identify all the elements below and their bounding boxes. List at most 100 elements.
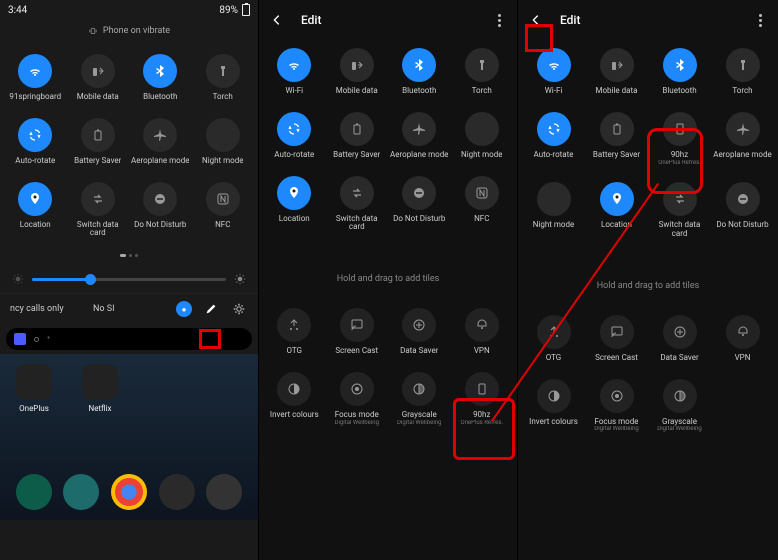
tile-button[interactable] — [206, 182, 240, 216]
tile-button[interactable] — [277, 48, 311, 82]
tile-dnd[interactable]: Do Not Disturb — [711, 176, 774, 249]
tile-otg[interactable]: OTG — [522, 309, 585, 373]
tile-button[interactable] — [81, 182, 115, 216]
tile-rotate[interactable]: Auto-rotate — [263, 106, 326, 170]
tile-location[interactable]: Location — [4, 176, 67, 249]
tile-button[interactable] — [402, 176, 436, 210]
tile-button[interactable] — [143, 182, 177, 216]
tile-datasaver[interactable]: Data Saver — [388, 302, 451, 366]
tile-invert[interactable]: Invert colours — [263, 366, 326, 436]
tile-button[interactable] — [726, 182, 760, 216]
tile-button[interactable] — [18, 54, 52, 88]
vibrate-banner[interactable]: Phone on vibrate — [0, 20, 258, 46]
tile-button[interactable] — [537, 48, 571, 82]
tile-button[interactable] — [18, 182, 52, 216]
tile-button[interactable] — [537, 182, 571, 216]
tile-button[interactable] — [726, 315, 760, 349]
tile-data[interactable]: Mobile data — [326, 42, 389, 106]
tile-button[interactable] — [206, 118, 240, 152]
edit-button[interactable] — [202, 300, 220, 318]
media-pill[interactable]: • — [6, 328, 252, 350]
tile-nfc[interactable]: NFC — [192, 176, 255, 249]
tile-button[interactable] — [340, 176, 374, 210]
tile-wifi[interactable]: Wi-Fi — [263, 42, 326, 106]
back-button[interactable] — [526, 10, 546, 30]
tile-button[interactable] — [663, 112, 697, 146]
tile-button[interactable] — [143, 118, 177, 152]
tile-button[interactable] — [537, 379, 571, 413]
tile-button[interactable] — [81, 54, 115, 88]
tile-button[interactable] — [663, 379, 697, 413]
back-button[interactable] — [267, 10, 287, 30]
tile-button[interactable] — [663, 315, 697, 349]
tile-button[interactable] — [402, 112, 436, 146]
tile-nfc[interactable]: NFC — [451, 170, 514, 243]
tile-button[interactable] — [663, 182, 697, 216]
tile-invert[interactable]: Invert colours — [522, 373, 585, 443]
tile-wifi[interactable]: 91springboard — [4, 48, 67, 112]
tile-vpn[interactable]: VPN — [711, 309, 774, 373]
tile-button[interactable] — [402, 372, 436, 406]
dock-phone[interactable] — [16, 474, 52, 510]
tile-button[interactable] — [206, 54, 240, 88]
tile-button[interactable] — [600, 182, 634, 216]
tile-vpn[interactable]: VPN — [451, 302, 514, 366]
tile-focus[interactable]: Focus modeDigital Wellbeing — [326, 366, 389, 436]
tile-bluetooth[interactable]: Bluetooth — [388, 42, 451, 106]
tile-button[interactable] — [340, 372, 374, 406]
tile-moon[interactable]: Night mode — [451, 106, 514, 170]
tile-torch[interactable]: Torch — [711, 42, 774, 106]
tile-button[interactable] — [726, 48, 760, 82]
tile-bluetooth[interactable]: Bluetooth — [129, 48, 192, 112]
tile-plane[interactable]: Aeroplane mode — [388, 106, 451, 170]
dock-chrome[interactable] — [111, 474, 147, 510]
menu-button[interactable] — [750, 14, 770, 27]
settings-button[interactable] — [230, 300, 248, 318]
brightness-slider[interactable] — [0, 265, 258, 293]
tile-swap[interactable]: Switch data card — [67, 176, 130, 249]
tile-button[interactable] — [340, 48, 374, 82]
tile-dnd[interactable]: Do Not Disturb — [129, 176, 192, 249]
tile-screen[interactable]: 90hzOnePlus Refres. — [648, 106, 711, 176]
tile-battery[interactable]: Battery Saver — [67, 112, 130, 176]
tile-plane[interactable]: Aeroplane mode — [711, 106, 774, 176]
tile-rotate[interactable]: Auto-rotate — [4, 112, 67, 176]
dock-app[interactable] — [159, 474, 195, 510]
tile-wifi[interactable]: Wi-Fi — [522, 42, 585, 106]
tile-battery[interactable]: Battery Saver — [585, 106, 648, 176]
tile-location[interactable]: Location — [263, 170, 326, 243]
tile-cast[interactable]: Screen Cast — [326, 302, 389, 366]
tile-screen[interactable]: 90hzOnePlus Refres. — [451, 366, 514, 436]
tile-cast[interactable]: Screen Cast — [585, 309, 648, 373]
tile-button[interactable] — [277, 308, 311, 342]
tile-button[interactable] — [340, 308, 374, 342]
tile-data[interactable]: Mobile data — [67, 48, 130, 112]
tile-button[interactable] — [18, 118, 52, 152]
tile-dnd[interactable]: Do Not Disturb — [388, 170, 451, 243]
tile-button[interactable] — [600, 379, 634, 413]
tile-button[interactable] — [143, 54, 177, 88]
tile-swap[interactable]: Switch data card — [648, 176, 711, 249]
brightness-track[interactable] — [32, 278, 226, 281]
dock-messages[interactable] — [63, 474, 99, 510]
tile-button[interactable] — [600, 48, 634, 82]
tile-button[interactable] — [726, 112, 760, 146]
tile-focus[interactable]: Focus modeDigital Wellbeing — [585, 373, 648, 443]
tile-rotate[interactable]: Auto-rotate — [522, 106, 585, 176]
tile-grayscale[interactable]: GrayscaleDigital Wellbeing — [388, 366, 451, 436]
tile-plane[interactable]: Aeroplane mode — [129, 112, 192, 176]
sim-selector[interactable]: ● — [176, 301, 192, 317]
tile-grayscale[interactable]: GrayscaleDigital Wellbeing — [648, 373, 711, 443]
tile-button[interactable] — [277, 176, 311, 210]
tile-bluetooth[interactable]: Bluetooth — [648, 42, 711, 106]
tile-button[interactable] — [465, 308, 499, 342]
tile-button[interactable] — [81, 118, 115, 152]
tile-button[interactable] — [465, 48, 499, 82]
tile-button[interactable] — [663, 48, 697, 82]
home-app[interactable]: OnePlus — [16, 364, 52, 413]
tile-button[interactable] — [277, 112, 311, 146]
page-dots[interactable] — [0, 250, 258, 265]
tile-button[interactable] — [340, 112, 374, 146]
tile-location[interactable]: Location — [585, 176, 648, 249]
tile-moon[interactable]: Night mode — [192, 112, 255, 176]
